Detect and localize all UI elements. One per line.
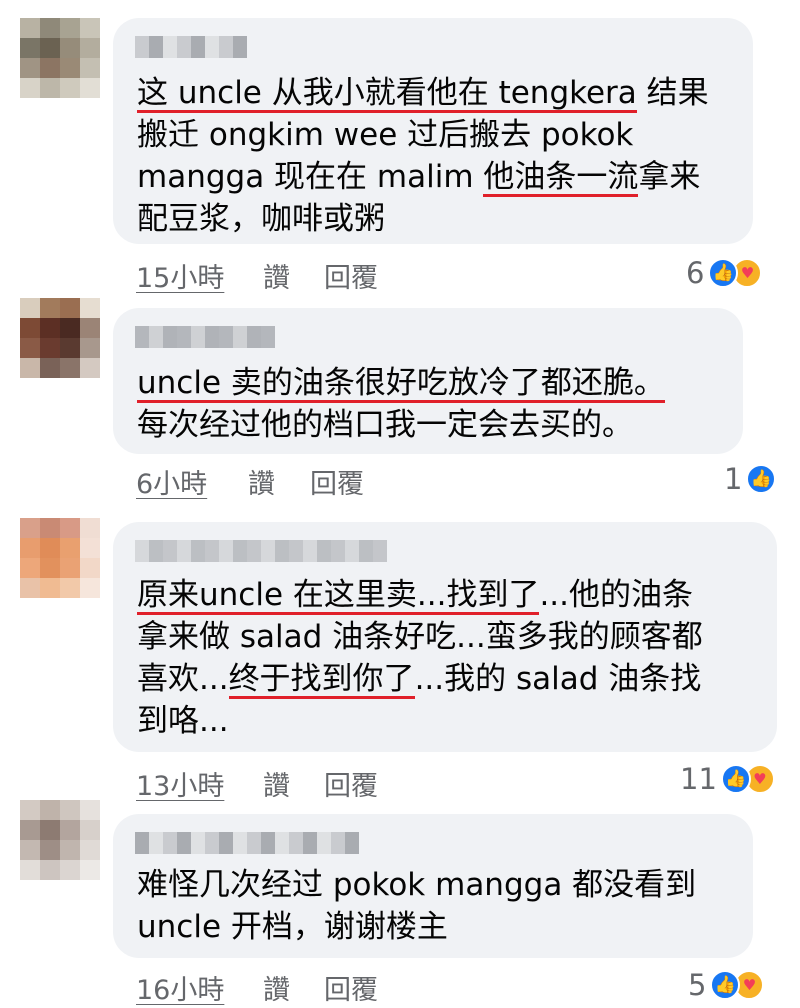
- comment-text-line: uncle 卖的油条很好吃放冷了都还脆。: [137, 362, 665, 404]
- comment-bubble: 原来uncle 在这里卖...找到了...他的油条 拿来做 salad 油条好吃.…: [113, 522, 777, 752]
- avatar[interactable]: [20, 518, 100, 598]
- text-segment: 搬迁 ongkim wee 过后搬去 pokok: [137, 117, 634, 153]
- reaction-count: 6: [686, 256, 705, 290]
- reply-button[interactable]: 回覆: [324, 968, 378, 1007]
- comment-text: uncle 卖的油条很好吃放冷了都还脆。 每次经过他的档口我一定会去买的。: [137, 362, 665, 446]
- text-segment: 喜欢...: [137, 661, 229, 697]
- text-segment: 到咯...: [137, 703, 229, 739]
- like-button[interactable]: 讚: [263, 968, 290, 1007]
- underlined-text: 这 uncle 从我小就看他在 tengkera: [137, 72, 637, 114]
- comment-text-line: 拿来做 salad 油条好吃...蛮多我的顾客都: [137, 616, 703, 658]
- text-segment: 拿来: [638, 159, 701, 195]
- comment-text: 难怪几次经过 pokok mangga 都没看到 uncle 开档，谢谢楼主: [137, 864, 696, 948]
- underlined-text: 原来uncle 在这里卖...找到了: [137, 574, 540, 616]
- timestamp-link[interactable]: 16小時: [136, 968, 224, 1007]
- censored-author-name[interactable]: [135, 36, 247, 58]
- like-icon: 👍: [708, 258, 739, 288]
- avatar[interactable]: [20, 800, 100, 880]
- reaction-count: 1: [724, 462, 743, 496]
- underlined-text: uncle 卖的油条很好吃放冷了都还脆。: [137, 362, 665, 404]
- text-segment: uncle 开档，谢谢楼主: [137, 909, 448, 945]
- comment-text-line: 这 uncle 从我小就看他在 tengkera 结果: [137, 72, 709, 114]
- reaction-summary[interactable]: 6 👍 ♥: [686, 256, 763, 290]
- censored-author-name[interactable]: [135, 326, 275, 348]
- text-segment: 难怪几次经过 pokok mangga 都没看到: [137, 867, 697, 903]
- comment-bubble: 这 uncle 从我小就看他在 tengkera 结果 搬迁 ongkim wee…: [113, 18, 753, 244]
- censored-author-name[interactable]: [135, 832, 359, 854]
- text-segment: mangga 现在在 malim: [137, 159, 484, 195]
- like-icon: 👍: [720, 764, 751, 794]
- timestamp-link[interactable]: 6小時: [136, 462, 207, 501]
- comment-text-line: 到咯...: [137, 700, 703, 742]
- reaction-summary[interactable]: 11 👍 ♥: [680, 762, 775, 796]
- text-segment: 配豆浆，咖啡或粥: [137, 201, 385, 237]
- censored-author-name[interactable]: [135, 540, 387, 562]
- comment-text-line: 难怪几次经过 pokok mangga 都没看到: [137, 864, 696, 906]
- comment-text: 这 uncle 从我小就看他在 tengkera 结果 搬迁 ongkim wee…: [137, 72, 709, 240]
- like-button[interactable]: 讚: [263, 256, 290, 295]
- comment-text-line: 原来uncle 在这里卖...找到了...他的油条: [137, 574, 703, 616]
- timestamp-link[interactable]: 15小時: [136, 256, 224, 295]
- comment-text-line: 喜欢...终于找到你了...我的 salad 油条找: [137, 658, 703, 700]
- reply-button[interactable]: 回覆: [310, 462, 364, 501]
- avatar[interactable]: [20, 298, 100, 378]
- comment-text-line: 每次经过他的档口我一定会去买的。: [137, 404, 665, 446]
- underlined-text: 他油条一流: [483, 156, 639, 198]
- timestamp-link[interactable]: 13小時: [136, 764, 224, 803]
- text-segment: ...他的油条: [539, 577, 694, 613]
- text-segment: ...我的 salad 油条找: [414, 661, 702, 697]
- comment-text-line: 配豆浆，咖啡或粥: [137, 198, 709, 240]
- text-segment: 每次经过他的档口我一定会去买的。: [137, 407, 633, 443]
- comment-text-line: mangga 现在在 malim 他油条一流拿来: [137, 156, 709, 198]
- like-icon: 👍: [746, 464, 777, 494]
- underlined-text: 终于找到你了: [228, 658, 415, 700]
- comment-text: 原来uncle 在这里卖...找到了...他的油条 拿来做 salad 油条好吃.…: [137, 574, 703, 742]
- reaction-count: 11: [680, 762, 717, 796]
- comment-text-line: uncle 开档，谢谢楼主: [137, 906, 696, 948]
- reply-button[interactable]: 回覆: [324, 256, 378, 295]
- avatar[interactable]: [20, 18, 100, 98]
- comment-bubble: 难怪几次经过 pokok mangga 都没看到 uncle 开档，谢谢楼主: [113, 814, 753, 958]
- comment-bubble: uncle 卖的油条很好吃放冷了都还脆。 每次经过他的档口我一定会去买的。: [113, 308, 743, 454]
- text-segment: 结果: [636, 75, 709, 111]
- reply-button[interactable]: 回覆: [324, 764, 378, 803]
- like-button[interactable]: 讚: [248, 462, 275, 501]
- like-button[interactable]: 讚: [263, 764, 290, 803]
- reaction-summary[interactable]: 1 👍: [724, 462, 777, 496]
- like-icon: 👍: [710, 970, 741, 1000]
- reaction-count: 5: [688, 968, 707, 1002]
- comment-text-line: 搬迁 ongkim wee 过后搬去 pokok: [137, 114, 709, 156]
- text-segment: 拿来做 salad 油条好吃...蛮多我的顾客都: [137, 619, 703, 655]
- reaction-summary[interactable]: 5 👍 ♥: [688, 968, 765, 1002]
